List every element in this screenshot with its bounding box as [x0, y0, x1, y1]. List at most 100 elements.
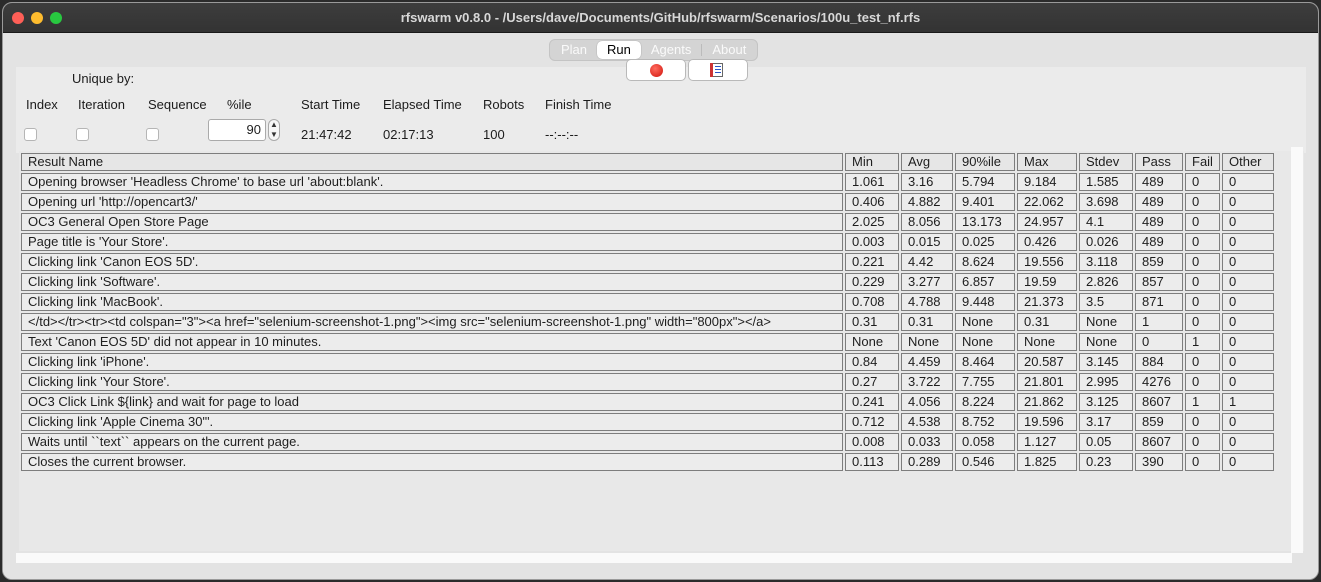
cell-pass: 8607 [1135, 433, 1183, 451]
cell-other: 0 [1222, 433, 1274, 451]
cell-fail: 0 [1185, 413, 1220, 431]
cell-pass: 857 [1135, 273, 1183, 291]
cell-fail: 0 [1185, 173, 1220, 191]
col-header-max[interactable]: Max [1017, 153, 1077, 171]
table-row: OC3 Click Link ${link} and wait for page… [21, 393, 1274, 411]
cell-result-name: Closes the current browser. [21, 453, 843, 471]
cell-90ile: None [955, 313, 1015, 331]
table-row: Clicking link 'Apple Cinema 30"'. 0.712 4.… [21, 413, 1274, 431]
cell-result-name: Waits until ``text`` appears on the curr… [21, 433, 843, 451]
col-header-min[interactable]: Min [845, 153, 899, 171]
cell-max: 9.184 [1017, 173, 1077, 191]
col-header-avg[interactable]: Avg [901, 153, 953, 171]
cell-min: 2.025 [845, 213, 899, 231]
tab-about[interactable]: About [702, 41, 756, 59]
cell-pass: 489 [1135, 173, 1183, 191]
cell-avg: 8.056 [901, 213, 953, 231]
finish-time-value: --:--:-- [545, 127, 579, 142]
unique-by-label: Unique by: [72, 71, 135, 86]
cell-other: 1 [1222, 393, 1274, 411]
cell-other: 0 [1222, 213, 1274, 231]
cell-90ile: 8.752 [955, 413, 1015, 431]
cell-result-name: Page title is 'Your Store'. [21, 233, 843, 251]
cell-result-name: Text 'Canon EOS 5D' did not appear in 10… [21, 333, 843, 351]
col-header-result-name[interactable]: Result Name [21, 153, 843, 171]
cell-pass: 1 [1135, 313, 1183, 331]
cell-avg: 3.277 [901, 273, 953, 291]
report-button[interactable] [688, 59, 748, 81]
col-header-stdev[interactable]: Stdev [1079, 153, 1133, 171]
cell-avg: 0.015 [901, 233, 953, 251]
cell-other: 0 [1222, 273, 1274, 291]
cell-other: 0 [1222, 253, 1274, 271]
finish-time-label: Finish Time [545, 97, 612, 112]
col-header-90ile[interactable]: 90%ile [955, 153, 1015, 171]
start-time-value: 21:47:42 [301, 127, 352, 142]
cell-avg: 0.033 [901, 433, 953, 451]
sequence-checkbox[interactable] [146, 128, 159, 141]
cell-fail: 1 [1185, 333, 1220, 351]
cell-pass: 884 [1135, 353, 1183, 371]
cell-90ile: None [955, 333, 1015, 351]
col-header-pass[interactable]: Pass [1135, 153, 1183, 171]
tab-agents[interactable]: Agents [641, 41, 701, 59]
cell-90ile: 6.857 [955, 273, 1015, 291]
tab-run[interactable]: Run [597, 41, 641, 59]
horizontal-scrollbar[interactable] [16, 553, 1292, 563]
tab-plan[interactable]: Plan [551, 41, 597, 59]
cell-max: 19.556 [1017, 253, 1077, 271]
cell-90ile: 9.401 [955, 193, 1015, 211]
tab-bar: Plan Run Agents About [549, 39, 759, 61]
cell-90ile: 7.755 [955, 373, 1015, 391]
cell-max: 22.062 [1017, 193, 1077, 211]
table-row: Clicking link 'Canon EOS 5D'. 0.221 4.42 8.… [21, 253, 1274, 271]
cell-90ile: 8.624 [955, 253, 1015, 271]
cell-min: 0.712 [845, 413, 899, 431]
cell-min: 0.241 [845, 393, 899, 411]
table-row: Clicking link 'MacBook'. 0.708 4.788 9.448 2… [21, 293, 1274, 311]
cell-result-name: </td></tr><tr><td colspan="3"><a href="s… [21, 313, 843, 331]
cell-fail: 0 [1185, 313, 1220, 331]
cell-min: 0.27 [845, 373, 899, 391]
vertical-scrollbar[interactable] [1291, 147, 1303, 553]
cell-min: 0.221 [845, 253, 899, 271]
cell-min: 0.008 [845, 433, 899, 451]
cell-max: 20.587 [1017, 353, 1077, 371]
sequence-label: Sequence [148, 97, 207, 112]
percentile-stepper[interactable]: ▲ ▼ [268, 119, 280, 141]
cell-max: 19.596 [1017, 413, 1077, 431]
cell-fail: 0 [1185, 433, 1220, 451]
cell-avg: 4.459 [901, 353, 953, 371]
cell-fail: 0 [1185, 193, 1220, 211]
cell-pass: 8607 [1135, 393, 1183, 411]
percentile-input[interactable]: 90 [208, 119, 266, 141]
cell-90ile: 0.546 [955, 453, 1015, 471]
cell-stdev: 3.118 [1079, 253, 1133, 271]
cell-result-name: Opening url 'http://opencart3/' [21, 193, 843, 211]
stop-run-button[interactable] [626, 59, 686, 81]
cell-min: 0.708 [845, 293, 899, 311]
cell-stdev: 2.826 [1079, 273, 1133, 291]
cell-other: 0 [1222, 233, 1274, 251]
index-checkbox[interactable] [24, 128, 37, 141]
cell-stdev: 2.995 [1079, 373, 1133, 391]
iteration-checkbox[interactable] [76, 128, 89, 141]
cell-result-name: Clicking link 'MacBook'. [21, 293, 843, 311]
cell-stdev: 3.698 [1079, 193, 1133, 211]
col-header-other[interactable]: Other [1222, 153, 1274, 171]
window-title: rfswarm v0.8.0 - /Users/dave/Documents/G… [400, 10, 921, 25]
cell-pass: 489 [1135, 233, 1183, 251]
cell-max: 1.825 [1017, 453, 1077, 471]
cell-avg: 0.289 [901, 453, 953, 471]
table-row: Opening browser 'Headless Chrome' to bas… [21, 173, 1274, 191]
robots-label: Robots [483, 97, 525, 112]
results-table-area: Result Name Min Avg 90%ile Max Stdev Pas… [19, 151, 1304, 551]
cell-pass: 489 [1135, 193, 1183, 211]
robots-value: 100 [483, 127, 505, 142]
cell-stdev: 3.17 [1079, 413, 1133, 431]
cell-max: None [1017, 333, 1077, 351]
col-header-fail[interactable]: Fail [1185, 153, 1220, 171]
cell-90ile: 8.464 [955, 353, 1015, 371]
table-row: Waits until ``text`` appears on the curr… [21, 433, 1274, 451]
cell-other: 0 [1222, 373, 1274, 391]
